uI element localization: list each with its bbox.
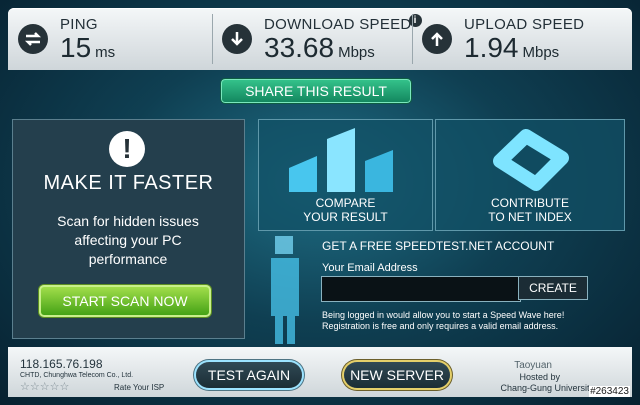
speedtest-app: PING 15 ms DOWNLOAD SPEED 33.68 Mbps i UPL… [0,0,640,405]
ping-icon [18,24,48,54]
image-watermark: #263423 [589,386,630,397]
create-account-button[interactable]: CREATE [518,276,588,300]
metric-divider [412,14,413,64]
server-bar: 118.165.76.198 CHTD, Chunghwa Telecom Co… [8,347,632,397]
ip-address: 118.165.76.198 [20,357,103,371]
download-arrow-icon [222,24,252,54]
upload-value: 1.94 [464,31,519,63]
compare-result-card[interactable]: COMPARE YOUR RESULT [258,119,433,231]
account-note: Being logged in would allow you to start… [322,310,565,331]
new-server-button[interactable]: NEW SERVER [344,362,450,388]
ping-unit: ms [95,43,116,61]
info-icon[interactable]: i [408,14,422,27]
compare-chart-icon [289,128,393,192]
isp-name: CHTD, Chunghwa Telecom Co., Ltd. [20,372,134,379]
account-signup: GET A FREE SPEEDTEST.NET ACCOUNT Your Em… [259,238,623,338]
upload-metric: UPLOAD SPEED 1.94 Mbps [422,8,584,70]
ping-metric: PING 15 ms [18,8,115,70]
start-scan-button[interactable]: START SCAN NOW [39,285,211,317]
download-value: 33.68 [264,31,335,63]
contribute-card[interactable]: CONTRIBUTE TO NET INDEX [435,119,625,231]
email-input[interactable] [321,276,521,302]
net-index-ring-icon [493,129,569,191]
hosted-by-label: Hosted by [519,372,560,382]
email-label: Your Email Address [322,262,418,274]
contribute-label-line2: TO NET INDEX [488,210,572,224]
make-it-faster-title: MAKE IT FASTER [43,172,214,194]
results-bar: PING 15 ms DOWNLOAD SPEED 33.68 Mbps i UPL… [8,8,632,70]
download-metric: DOWNLOAD SPEED 33.68 Mbps i [222,8,422,70]
download-unit: Mbps [338,43,375,61]
test-again-button[interactable]: TEST AGAIN [196,362,302,388]
host-name: Chang-Gung University [500,383,594,393]
rating-stars-icon[interactable]: ☆☆☆☆☆ [20,380,69,393]
scan-description: Scan for hidden issues affecting your PC… [57,213,199,267]
server-city: Taoyuan [514,360,552,371]
ping-label: PING [60,15,98,33]
upload-arrow-icon [422,24,452,54]
contribute-label-line1: CONTRIBUTE [491,196,569,210]
compare-label-line2: YOUR RESULT [303,210,388,224]
ping-value: 15 [60,31,92,63]
share-result-button[interactable]: SHARE THIS RESULT [220,78,412,104]
rate-isp-link[interactable]: Rate Your ISP [114,383,164,392]
metric-divider [212,14,213,64]
download-label: DOWNLOAD SPEED [264,15,412,33]
compare-label-line1: COMPARE [315,196,376,210]
make-it-faster-panel: ! MAKE IT FASTER Scan for hidden issues … [12,119,245,339]
upload-unit: Mbps [522,43,560,61]
alert-icon: ! [109,131,145,167]
upload-label: UPLOAD SPEED [464,15,585,33]
account-title: GET A FREE SPEEDTEST.NET ACCOUNT [322,239,555,253]
